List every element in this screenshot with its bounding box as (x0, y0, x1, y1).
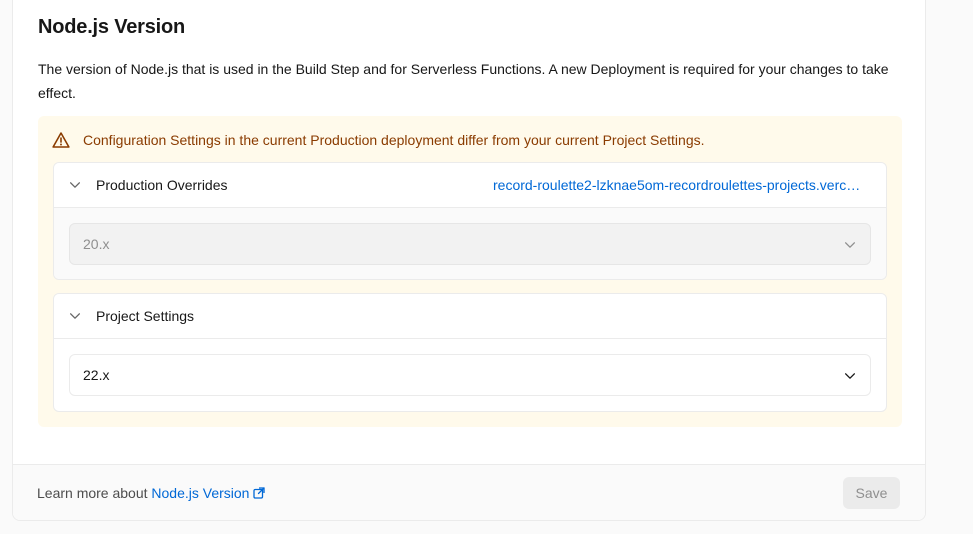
production-overrides-content: 20.x (54, 208, 886, 279)
project-settings-panel: Project Settings 22.x (53, 293, 887, 412)
configuration-warning: Configuration Settings in the current Pr… (38, 116, 902, 427)
project-node-version-value: 22.x (83, 367, 110, 383)
project-settings-label: Project Settings (96, 308, 195, 324)
learn-more-prefix: Learn more about (37, 485, 152, 501)
section-title: Node.js Version (38, 16, 186, 38)
external-link-icon (253, 487, 266, 499)
save-button[interactable]: Save (843, 477, 900, 509)
chevron-down-icon (69, 182, 81, 188)
chevron-down-icon (844, 242, 856, 248)
production-node-version-select: 20.x (69, 223, 871, 265)
nodejs-version-docs-link[interactable]: Node.js Version (151, 485, 266, 501)
production-overrides-label: Production Overrides (96, 177, 228, 193)
production-overrides-toggle[interactable]: Production Overrides record-roulette2-lz… (54, 163, 886, 208)
warning-message: Configuration Settings in the current Pr… (83, 132, 705, 148)
warning-triangle-icon (52, 132, 70, 148)
learn-more-text: Learn more about Node.js Version (37, 485, 266, 501)
production-deployment-link[interactable]: record-roulette2-lzknae5om-recordroulett… (493, 177, 868, 193)
production-overrides-panel: Production Overrides record-roulette2-lz… (53, 162, 887, 280)
nodejs-version-card: Node.js Version The version of Node.js t… (12, 0, 926, 521)
section-description: The version of Node.js that is used in t… (38, 61, 889, 101)
project-settings-content: 22.x (54, 339, 886, 411)
learn-more-link-label: Node.js Version (151, 485, 250, 501)
production-node-version-value: 20.x (83, 236, 110, 252)
project-node-version-select[interactable]: 22.x (69, 354, 871, 396)
card-body: Node.js Version The version of Node.js t… (13, 0, 925, 465)
project-settings-toggle[interactable]: Project Settings (54, 294, 886, 339)
chevron-down-icon (844, 373, 856, 379)
chevron-down-icon (69, 313, 81, 319)
card-footer: Learn more about Node.js Version Save (13, 464, 925, 520)
